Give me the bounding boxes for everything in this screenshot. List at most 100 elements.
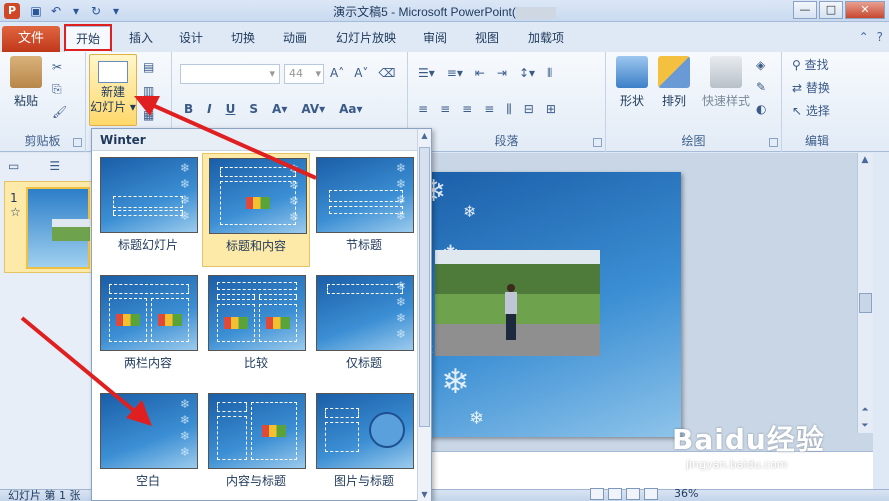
tab-transitions[interactable]: 切换 (222, 26, 264, 52)
layout-title-only[interactable]: ❄ ❄ ❄ ❄ 仅标题 (310, 271, 418, 385)
section-icon[interactable]: ▦ (143, 108, 154, 122)
align-center-icon[interactable]: ≡ (440, 102, 450, 117)
select-button[interactable]: ↖ 选择 (792, 102, 830, 119)
tab-slideshow[interactable]: 幻灯片放映 (328, 26, 404, 52)
tab-addins[interactable]: 加载项 (518, 26, 574, 52)
arrange-icon (658, 56, 690, 88)
italic-button[interactable]: I (207, 102, 211, 116)
tab-animations[interactable]: 动画 (274, 26, 316, 52)
outline-tab-icon[interactable]: ☰ (49, 159, 60, 173)
font-name-combo[interactable]: ▾ (180, 64, 280, 84)
text-direction-icon[interactable]: ⫴ (547, 66, 552, 81)
tab-home[interactable]: 开始 (64, 26, 112, 52)
bold-button[interactable]: B (184, 102, 193, 116)
select-icon: ↖ (792, 104, 803, 118)
gallery-scroll-up-icon[interactable]: ▲ (418, 129, 431, 143)
layout-section-header[interactable]: ❄ ❄ ❄ ❄ 节标题 (310, 153, 418, 267)
clear-format-icon[interactable]: ⌫ (378, 66, 395, 80)
window-title: 演示文稿5 - Microsoft PowerPoint( (0, 3, 889, 20)
layout-blank[interactable]: ❄ ❄ ❄ ❄ 空白 (94, 389, 202, 501)
shape-outline-icon[interactable]: ✎ (756, 80, 766, 94)
normal-view-icon[interactable] (590, 488, 604, 500)
find-label: 查找 (804, 58, 829, 72)
help-icon[interactable]: ? (877, 30, 883, 44)
new-slide-button[interactable]: 新建 幻灯片 ▾ (89, 54, 137, 126)
smartart-icon[interactable]: ⊞ (546, 102, 556, 117)
window-title-text: 演示文稿5 - Microsoft PowerPoint( (333, 5, 516, 19)
layout-picture-with-caption[interactable]: 图片与标题 (310, 389, 418, 501)
gallery-scroll-down-icon[interactable]: ▼ (418, 488, 431, 501)
decrease-indent-icon[interactable]: ⇤ (475, 66, 485, 81)
shapes-button[interactable]: 形状 (612, 56, 652, 109)
prev-slide-icon[interactable]: ⏶ (858, 403, 872, 417)
layout-content-with-caption[interactable]: 内容与标题 (202, 389, 310, 501)
format-painter-icon[interactable]: 🖌 (52, 105, 67, 119)
layout-two-content[interactable]: 两栏内容 (94, 271, 202, 385)
shape-effects-icon[interactable]: ◐ (756, 102, 766, 116)
replace-button[interactable]: ⇄ 替换 (792, 79, 830, 96)
next-slide-icon[interactable]: ⏷ (858, 419, 872, 433)
maximize-button[interactable]: □ (819, 1, 843, 19)
scroll-thumb[interactable] (859, 293, 872, 313)
minimize-ribbon-icon[interactable]: ⌃ (859, 30, 869, 44)
blurred-region (515, 6, 556, 19)
slideshow-view-icon[interactable] (644, 488, 658, 500)
tab-design[interactable]: 设计 (170, 26, 212, 52)
change-case-icon[interactable]: Aa▾ (339, 102, 362, 116)
font-size-combo[interactable]: 44 ▾ (284, 64, 324, 84)
layout-icon[interactable]: ▤ (143, 60, 154, 74)
shape-fill-icon[interactable]: ◈ (756, 58, 766, 72)
find-button[interactable]: ⚲ 查找 (792, 56, 830, 73)
layout-comparison[interactable]: 比较 (202, 271, 310, 385)
grow-font-icon[interactable]: A˄ (330, 66, 344, 80)
drawing-launcher-icon[interactable] (769, 138, 778, 147)
reset-icon[interactable]: ▥ (143, 84, 154, 98)
paste-button[interactable]: 粘贴 (6, 56, 46, 109)
tab-review[interactable]: 审阅 (414, 26, 456, 52)
underline-button[interactable]: U (226, 102, 236, 116)
editing-group: ⚲ 查找 ⇄ 替换 ↖ 选择 编辑 (782, 52, 852, 152)
sorter-view-icon[interactable] (608, 488, 622, 500)
layout-name: 仅标题 (345, 356, 382, 370)
paragraph-group: ☰▾ ≡▾ ⇤ ⇥ ↕▾ ⫴ ≡ ≡ ≡ ≡ ⫼ ⊟ ⊞ 段落 (408, 52, 606, 152)
layout-name: 图片与标题 (333, 474, 394, 488)
tab-view[interactable]: 视图 (466, 26, 508, 52)
gallery-scrollbar[interactable]: ▲ ▼ (417, 129, 431, 501)
align-right-icon[interactable]: ≡ (462, 102, 472, 117)
tab-insert[interactable]: 插入 (120, 26, 162, 52)
slide-star-icon: ☆ (10, 205, 21, 219)
font-color-icon[interactable]: A▾ (272, 102, 287, 116)
new-slide-icon (98, 61, 128, 83)
justify-icon[interactable]: ≡ (484, 102, 494, 117)
paragraph-launcher-icon[interactable] (593, 138, 602, 147)
shrink-font-icon[interactable]: A˅ (354, 66, 368, 80)
vertical-scrollbar[interactable]: ▲ ⏶ ⏷ (857, 153, 873, 433)
new-slide-label-2: 幻灯片 ▾ (90, 100, 136, 114)
tab-file[interactable]: 文件 (2, 26, 60, 52)
increase-indent-icon[interactable]: ⇥ (497, 66, 507, 81)
reading-view-icon[interactable] (626, 488, 640, 500)
clipboard-launcher-icon[interactable] (73, 138, 82, 147)
columns-icon[interactable]: ⫼ (506, 102, 512, 117)
layout-title-content[interactable]: ❄ ❄ ❄ ❄ 标题和内容 (202, 153, 310, 267)
slide-thumbnail-1[interactable] (26, 187, 90, 269)
bullets-icon[interactable]: ☰▾ (418, 66, 435, 81)
layout-title-slide[interactable]: ❄ ❄ ❄ ❄ 标题幻灯片 (94, 153, 202, 267)
slides-tab-icon[interactable]: ▭ (8, 159, 19, 173)
close-button[interactable]: ✕ (845, 1, 885, 19)
strikethrough-button[interactable]: S (249, 102, 258, 116)
line-spacing-icon[interactable]: ↕▾ (519, 66, 535, 81)
align-text-icon[interactable]: ⊟ (524, 102, 534, 117)
zoom-level[interactable]: 36% (674, 487, 698, 500)
numbering-icon[interactable]: ≡▾ (447, 66, 463, 81)
minimize-button[interactable]: — (793, 1, 817, 19)
char-spacing-icon[interactable]: AV▾ (301, 102, 325, 116)
copy-icon[interactable]: ⎘ (52, 82, 67, 97)
quick-styles-button[interactable]: 快速样式 (698, 56, 754, 109)
slide-photo[interactable] (435, 250, 600, 356)
arrange-button[interactable]: 排列 (654, 56, 694, 109)
scroll-up-icon[interactable]: ▲ (858, 153, 872, 167)
cut-icon[interactable]: ✂ (52, 60, 67, 74)
gallery-scroll-thumb[interactable] (419, 147, 430, 427)
align-left-icon[interactable]: ≡ (418, 102, 428, 117)
